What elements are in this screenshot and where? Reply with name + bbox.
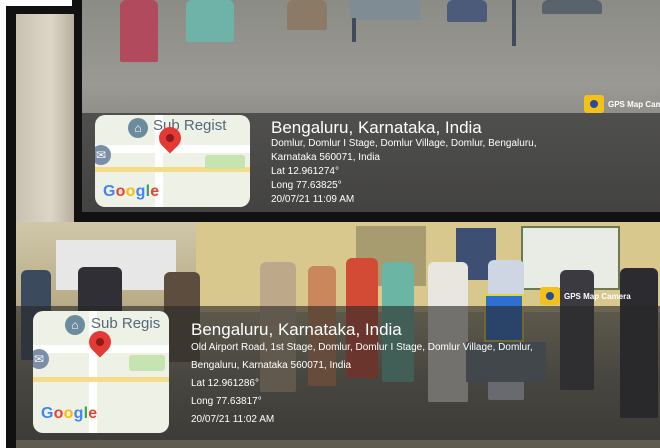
top-latitude: Lat 12.961274° <box>271 166 339 177</box>
bottom-address-line-1: Old Airport Road, 1st Stage, Domlur, Dom… <box>191 342 533 353</box>
bank-icon: ⌂ <box>65 315 85 335</box>
top-badge-text: GPS Map Camera <box>608 99 660 109</box>
top-longitude: Long 77.63825° <box>271 180 342 191</box>
person-figure <box>120 0 158 62</box>
table-leg <box>512 0 516 46</box>
map-park <box>129 355 165 371</box>
google-logo: Google <box>41 405 98 422</box>
mail-icon: ✉ <box>95 145 111 165</box>
top-place-name: Bengaluru, Karnataka, India <box>271 118 482 137</box>
top-address-line-2: Karnataka 560071, India <box>271 152 380 163</box>
person-figure <box>542 0 602 14</box>
equipment-table <box>350 0 420 20</box>
google-logo: Google <box>103 183 160 200</box>
bottom-badge-text: GPS Map Camera <box>564 291 631 301</box>
top-address-line-1: Domlur, Domlur I Stage, Domlur Village, … <box>271 138 537 149</box>
bottom-place-name: Bengaluru, Karnataka, India <box>191 320 402 339</box>
person-figure <box>447 0 487 22</box>
top-map-thumbnail: ⌂ Sub Regist ✉ Google <box>95 115 250 207</box>
mail-icon: ✉ <box>33 349 49 369</box>
bank-icon: ⌂ <box>128 118 148 138</box>
map-place-label: Sub Regis <box>91 315 161 332</box>
bottom-datetime: 20/07/21 11:02 AM <box>191 414 275 425</box>
bottom-latitude: Lat 12.961286° <box>191 378 259 389</box>
top-datetime: 20/07/21 11:09 AM <box>271 194 355 205</box>
person-figure <box>287 0 327 30</box>
gps-camera-icon <box>540 287 560 305</box>
gps-camera-icon <box>584 95 604 113</box>
map-park <box>205 155 245 169</box>
map-road <box>33 377 169 382</box>
bottom-gps-badge: GPS Map Camera <box>540 287 631 305</box>
top-gps-badge: GPS Map Camera <box>584 95 660 113</box>
table-leg <box>352 18 356 42</box>
bottom-map-thumbnail: ⌂ Sub Regis ✉ Google <box>33 311 169 433</box>
bottom-longitude: Long 77.63817° <box>191 396 262 407</box>
person-figure <box>186 0 234 42</box>
bottom-address-line-2: Bengaluru, Karnataka 560071, India <box>191 360 352 371</box>
